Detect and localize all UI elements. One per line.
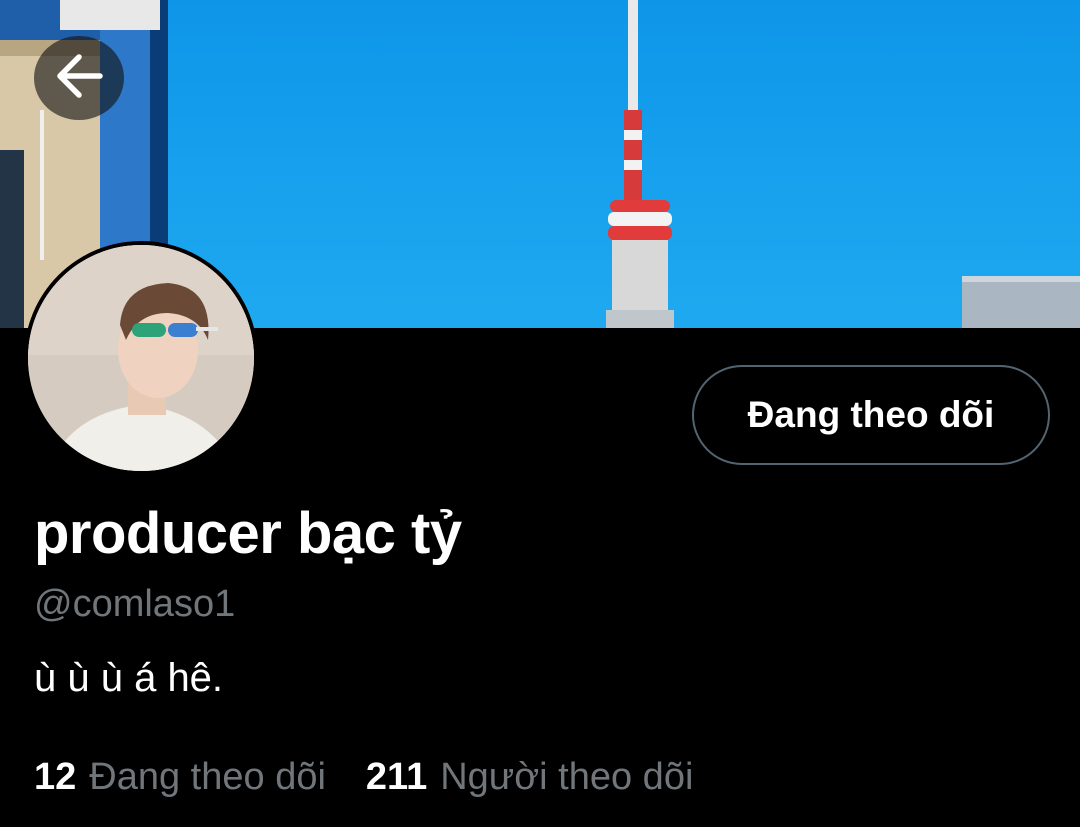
following-label: Đang theo dõi bbox=[89, 756, 326, 798]
arrow-left-icon bbox=[54, 53, 104, 104]
avatar-image bbox=[28, 245, 254, 471]
followers-label: Người theo dõi bbox=[440, 756, 694, 798]
follow-stats: 12 Đang theo dõi 211 Người theo dõi bbox=[34, 756, 733, 799]
followers-stat-link[interactable]: 211 Người theo dõi bbox=[366, 756, 693, 799]
username-handle: @comlaso1 bbox=[34, 583, 236, 625]
profile-bio: ù ù ù á hê. bbox=[34, 656, 224, 700]
following-stat-link[interactable]: 12 Đang theo dõi bbox=[34, 756, 326, 799]
display-name: producer bạc tỷ bbox=[34, 501, 462, 566]
following-count: 12 bbox=[34, 756, 77, 798]
following-button[interactable]: Đang theo dõi bbox=[692, 365, 1050, 465]
followers-count: 211 bbox=[365, 756, 428, 798]
back-button[interactable] bbox=[34, 36, 124, 120]
profile-avatar[interactable] bbox=[28, 245, 254, 471]
